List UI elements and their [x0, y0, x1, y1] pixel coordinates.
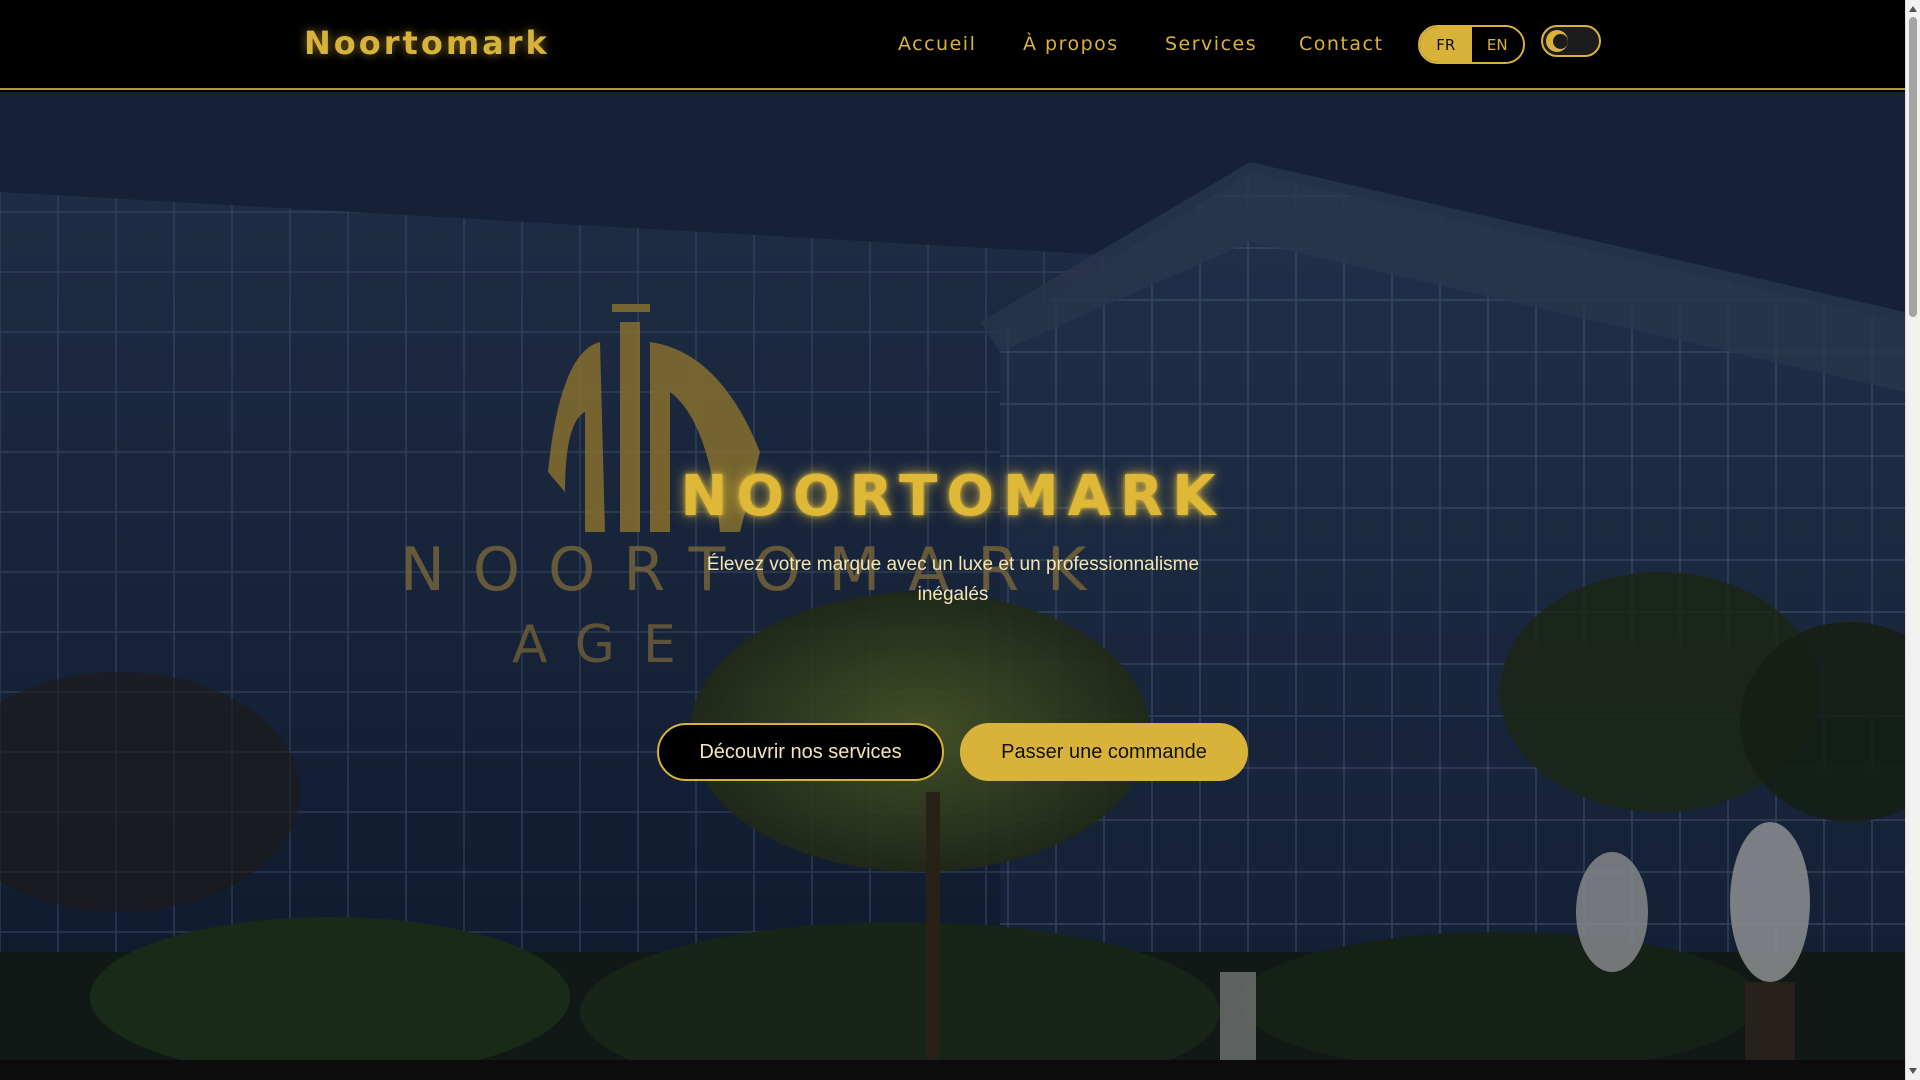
- vertical-scrollbar[interactable]: [1905, 0, 1920, 1080]
- nav-accueil[interactable]: Accueil: [898, 33, 976, 55]
- hero-section: NOORTOMARK AGE NOORTOMARK Élevez votre m…: [0, 92, 1905, 1060]
- scrollbar-thumb[interactable]: [1909, 17, 1917, 317]
- main-nav: Accueil À propos Services Contact: [0, 0, 1905, 90]
- hero-subtitle: Élevez votre marque avec un luxe et un p…: [706, 554, 1200, 605]
- lang-en-button[interactable]: EN: [1471, 27, 1523, 62]
- site-header: Noortomark Accueil À propos Services Con…: [0, 0, 1905, 90]
- scroll-down-icon[interactable]: [1909, 1068, 1917, 1074]
- scroll-up-icon[interactable]: [1909, 6, 1917, 12]
- nav-contact[interactable]: Contact: [1299, 33, 1383, 55]
- place-order-button[interactable]: Passer une commande: [960, 723, 1248, 781]
- hero-title: NOORTOMARK: [680, 464, 1225, 529]
- nav-services[interactable]: Services: [1165, 33, 1257, 55]
- moon-icon: [1546, 30, 1568, 52]
- theme-toggle[interactable]: [1541, 25, 1601, 57]
- nav-a-propos[interactable]: À propos: [1023, 33, 1119, 55]
- language-switcher: FR EN: [1418, 25, 1525, 64]
- lang-fr-button[interactable]: FR: [1420, 27, 1472, 62]
- discover-services-button[interactable]: Découvrir nos services: [657, 723, 944, 781]
- page-bottom: [0, 1060, 1905, 1080]
